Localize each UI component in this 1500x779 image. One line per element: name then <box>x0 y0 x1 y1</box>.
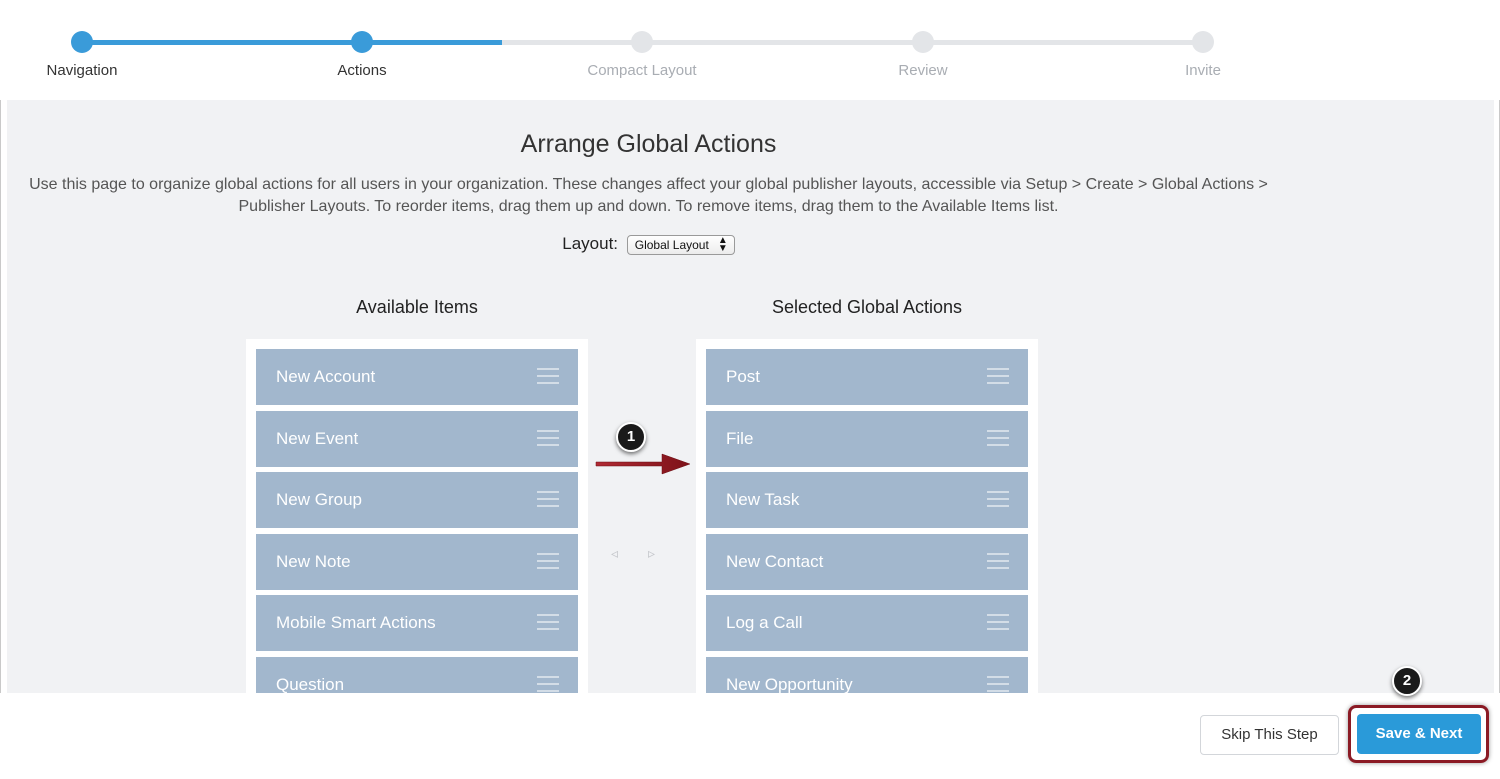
step-navigation[interactable]: Navigation <box>0 31 182 79</box>
page-title: Arrange Global Actions <box>520 130 777 158</box>
drag-handle-icon[interactable] <box>537 429 559 451</box>
list-item[interactable]: New Account <box>256 349 578 405</box>
step-label: Review <box>898 62 948 79</box>
annotation-arrow <box>595 453 691 475</box>
layout-selector-row: Layout: Global Layout ▲ ▼ <box>7 234 1290 255</box>
progress-stepper: Navigation Actions Compact Layout Review… <box>0 0 1500 100</box>
step-dot <box>912 31 934 53</box>
list-item[interactable]: New Event <box>256 410 578 467</box>
step-compact-layout[interactable]: Compact Layout <box>542 31 742 79</box>
triangle-left-icon[interactable]: ◃ <box>611 545 648 561</box>
list-item[interactable]: New Group <box>256 472 578 528</box>
item-label: New Event <box>276 428 359 448</box>
page-description: Use this page to organize global actions… <box>29 176 1268 215</box>
list-item[interactable]: Question <box>256 656 578 694</box>
step-label: Actions <box>337 62 387 79</box>
drag-handle-icon[interactable] <box>987 675 1009 694</box>
available-items-heading: Available Items <box>356 297 478 317</box>
step-dot <box>1192 31 1214 53</box>
list-item[interactable]: New Note <box>256 533 578 590</box>
item-label: New Contact <box>726 551 824 571</box>
list-item[interactable]: New Contact <box>706 533 1028 590</box>
drag-handle-icon[interactable] <box>537 675 559 694</box>
item-label: Mobile Smart Actions <box>276 613 436 632</box>
item-label: File <box>726 428 754 448</box>
layout-label: Layout: <box>562 234 619 253</box>
step-label: Navigation <box>46 62 118 79</box>
step-label: Invite <box>1185 62 1221 79</box>
triangle-right-icon[interactable]: ▹ <box>648 545 685 561</box>
main-panel: Arrange Global Actions Use this page to … <box>7 100 1494 693</box>
item-label: New Note <box>276 551 351 571</box>
item-label: Question <box>276 674 345 694</box>
annotation-badge-2: 2 <box>1392 666 1422 696</box>
step-dot <box>71 31 93 53</box>
list-item[interactable]: Mobile Smart Actions <box>256 595 578 651</box>
item-label: New Group <box>276 490 362 509</box>
move-controls: ◃▹ <box>611 545 685 562</box>
step-review[interactable]: Review <box>823 31 1023 79</box>
annotation-badge-1: 1 <box>616 422 646 452</box>
list-item[interactable]: New Opportunity <box>706 656 1028 694</box>
available-items-list[interactable]: New Account New Event New Group New Note… <box>246 339 588 693</box>
selected-actions-heading: Selected Global Actions <box>771 297 963 317</box>
step-invite[interactable]: Invite <box>1103 31 1303 79</box>
drag-handle-icon[interactable] <box>537 368 559 389</box>
item-label: Post <box>726 367 761 386</box>
item-label: New Account <box>276 367 376 386</box>
step-dot <box>351 31 373 53</box>
drag-handle-icon[interactable] <box>987 491 1009 512</box>
list-item[interactable]: Log a Call <box>706 595 1028 651</box>
drag-handle-icon[interactable] <box>987 368 1009 389</box>
select-arrows-icon: ▲ ▼ <box>717 234 728 254</box>
drag-handle-icon[interactable] <box>987 552 1009 574</box>
layout-select[interactable]: Global Layout ▲ ▼ <box>626 234 735 255</box>
item-label: Log a Call <box>726 613 803 632</box>
item-label: New Task <box>726 490 800 509</box>
list-item[interactable]: New Task <box>706 472 1028 528</box>
footer-bar: Skip This Step Save & Next <box>0 693 1500 779</box>
drag-handle-icon[interactable] <box>537 491 559 512</box>
item-label: New Opportunity <box>726 674 853 694</box>
save-next-button[interactable]: Save & Next <box>1357 714 1481 754</box>
skip-step-button[interactable]: Skip This Step <box>1200 715 1339 755</box>
layout-select-value: Global Layout <box>634 237 709 252</box>
drag-handle-icon[interactable] <box>537 614 559 635</box>
drag-handle-icon[interactable] <box>537 552 559 574</box>
list-item[interactable]: File <box>706 410 1028 467</box>
list-item[interactable]: Post <box>706 349 1028 405</box>
drag-handle-icon[interactable] <box>987 614 1009 635</box>
step-label: Compact Layout <box>587 62 697 79</box>
drag-handle-icon[interactable] <box>987 429 1009 451</box>
step-dot <box>631 31 653 53</box>
selected-actions-list[interactable]: Post File New Task New Contact Log a Cal… <box>696 339 1038 693</box>
step-actions[interactable]: Actions <box>262 31 462 79</box>
